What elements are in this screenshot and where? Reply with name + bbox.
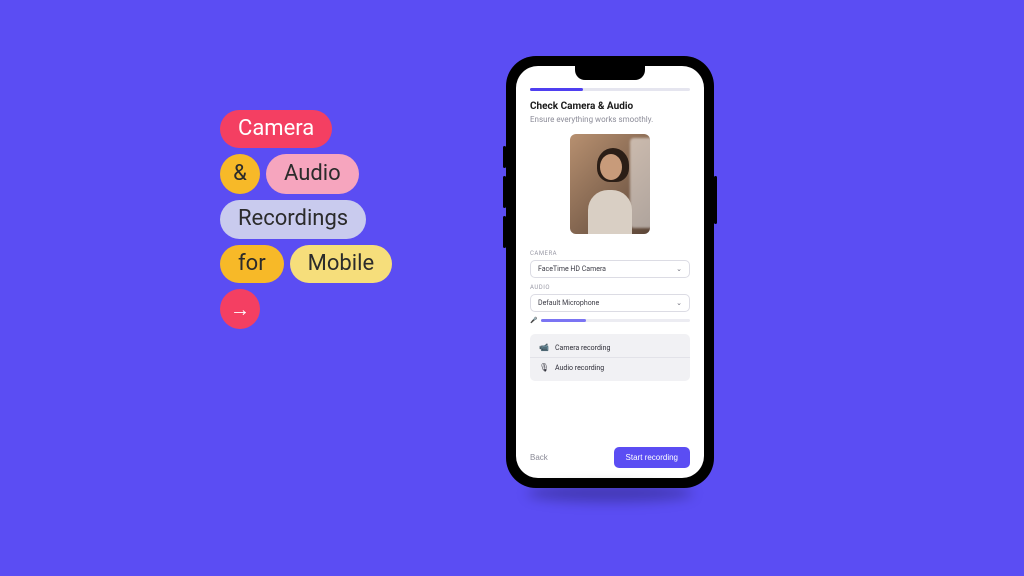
audio-select[interactable]: Default Microphone ⌄ — [530, 294, 690, 312]
camera-select-value: FaceTime HD Camera — [538, 265, 606, 273]
back-button[interactable]: Back — [530, 453, 548, 462]
info-audio-recording: 🎙 Audio recording — [530, 357, 690, 377]
info-camera-recording: 📹 Camera recording — [530, 338, 690, 357]
chevron-down-icon: ⌄ — [676, 265, 682, 273]
recording-info-block: 📹 Camera recording 🎙 Audio recording — [530, 334, 690, 381]
phone-mockup: Check Camera & Audio Ensure everything w… — [506, 56, 714, 488]
phone-screen: Check Camera & Audio Ensure everything w… — [516, 66, 704, 478]
pill-recordings: Recordings — [220, 200, 366, 238]
pill-ampersand: & — [220, 154, 260, 194]
camera-preview — [570, 134, 650, 234]
headline-pills: Camera & Audio Recordings for Mobile → — [220, 110, 392, 329]
phone-notch — [575, 66, 645, 80]
pill-mobile: Mobile — [290, 245, 392, 283]
screen-title: Check Camera & Audio — [530, 101, 690, 112]
camera-field-label: CAMERA — [530, 250, 690, 257]
audio-select-value: Default Microphone — [538, 299, 599, 307]
pill-audio: Audio — [266, 154, 359, 194]
screen-subtitle: Ensure everything works smoothly. — [530, 115, 690, 124]
info-camera-recording-label: Camera recording — [555, 344, 610, 352]
audio-field-label: AUDIO — [530, 284, 690, 291]
start-recording-button[interactable]: Start recording — [614, 447, 690, 468]
microphone-icon: 🎤 — [530, 317, 537, 324]
progress-bar — [530, 88, 690, 91]
video-icon: 📹 — [539, 343, 549, 352]
microphone-icon: 🎙 — [539, 363, 549, 372]
audio-level-meter — [541, 319, 690, 322]
camera-select[interactable]: FaceTime HD Camera ⌄ — [530, 260, 690, 278]
footer-actions: Back Start recording — [530, 437, 690, 468]
audio-level-row: 🎤 — [530, 317, 690, 324]
info-audio-recording-label: Audio recording — [555, 364, 604, 372]
pill-camera: Camera — [220, 110, 332, 148]
arrow-icon[interactable]: → — [220, 289, 260, 329]
chevron-down-icon: ⌄ — [676, 299, 682, 307]
pill-for: for — [220, 245, 284, 283]
